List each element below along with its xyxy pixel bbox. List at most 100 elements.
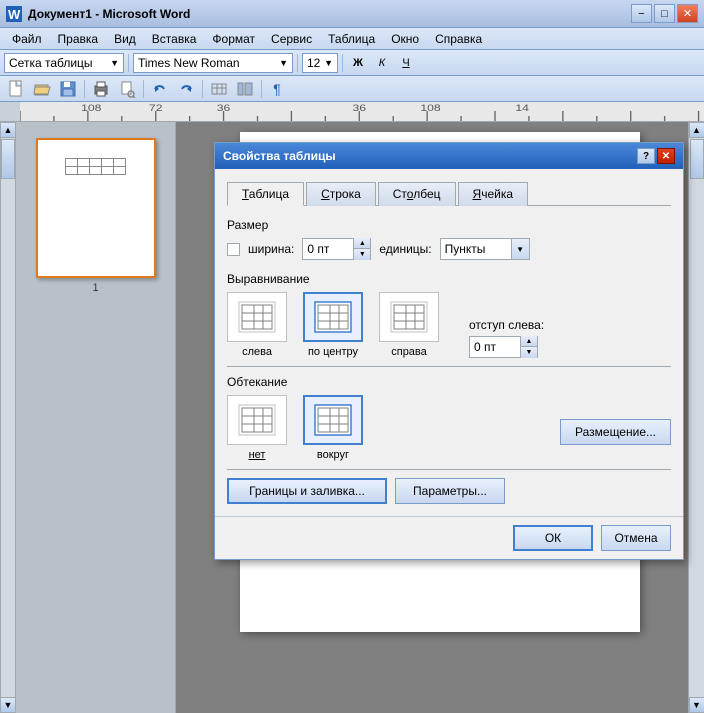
units-label: единицы:	[379, 242, 431, 256]
font-size-dropdown-icon[interactable]: ▼	[324, 58, 333, 68]
tb2-sep-2	[143, 80, 144, 98]
tab-cell[interactable]: Ячейка	[458, 182, 529, 206]
wrap-around-box[interactable]	[303, 395, 363, 445]
app-icon: W	[6, 6, 22, 22]
font-size-value: 12	[307, 56, 320, 70]
svg-text:W: W	[8, 7, 21, 22]
font-size-selector[interactable]: 12 ▼	[302, 53, 338, 73]
bold-button[interactable]: Ж	[347, 52, 369, 74]
wrap-none-option[interactable]: нет	[227, 395, 287, 461]
font-name-selector[interactable]: Times New Roman ▼	[133, 53, 293, 73]
dialog-body: Таблица Строка Столбец Ячейка Размер	[215, 169, 683, 516]
menu-tools[interactable]: Сервис	[263, 30, 320, 48]
divider-2	[227, 469, 671, 470]
width-spin-up[interactable]: ▲	[354, 238, 370, 249]
size-section-label: Размер	[227, 218, 671, 232]
maximize-button[interactable]: □	[654, 4, 675, 23]
tab-column-label: Столбец	[393, 187, 441, 201]
table-button[interactable]	[207, 78, 231, 100]
align-left-option[interactable]: слева	[227, 292, 287, 358]
menu-file[interactable]: Файл	[4, 30, 50, 48]
indent-input[interactable]	[470, 337, 520, 357]
minimize-button[interactable]: −	[631, 4, 652, 23]
menu-view[interactable]: Вид	[106, 30, 144, 48]
menu-help[interactable]: Справка	[427, 30, 490, 48]
ruler-left-margin	[0, 102, 20, 121]
divider-1	[227, 366, 671, 367]
ok-label: ОК	[545, 531, 561, 545]
cancel-button[interactable]: Отмена	[601, 525, 671, 551]
options-label: Параметры...	[413, 484, 487, 498]
menu-insert[interactable]: Вставка	[144, 30, 205, 48]
tab-table[interactable]: Таблица	[227, 182, 304, 206]
print-button[interactable]	[89, 78, 113, 100]
undo-button[interactable]	[148, 78, 172, 100]
formatting-toolbar: Сетка таблицы ▼ Times New Roman ▼ 12 ▼ Ж…	[0, 50, 704, 76]
align-left-label: слева	[242, 346, 272, 358]
align-center-option[interactable]: по центру	[303, 292, 363, 358]
wrap-none-box[interactable]	[227, 395, 287, 445]
italic-button[interactable]: К	[371, 52, 393, 74]
dialog-overlay: Свойства таблицы ? ✕ Таблица Строка	[0, 122, 704, 713]
style-selector[interactable]: Сетка таблицы ▼	[4, 53, 124, 73]
tab-column[interactable]: Столбец	[378, 182, 456, 206]
options-button[interactable]: Параметры...	[395, 478, 505, 504]
style-dropdown-icon[interactable]: ▼	[110, 58, 119, 68]
dialog-titlebar: Свойства таблицы ? ✕	[215, 143, 683, 169]
indent-spinbox-buttons: ▲ ▼	[520, 336, 537, 358]
font-name-dropdown-icon[interactable]: ▼	[279, 58, 288, 68]
dialog-close-button[interactable]: ✕	[657, 148, 675, 164]
svg-text:108: 108	[81, 103, 101, 113]
preview-button[interactable]	[115, 78, 139, 100]
window-controls: − □ ✕	[631, 4, 698, 23]
tb2-sep-4	[261, 80, 262, 98]
tab-row[interactable]: Строка	[306, 182, 376, 206]
save-button[interactable]	[56, 78, 80, 100]
cancel-label: Отмена	[614, 531, 657, 545]
align-left-box[interactable]	[227, 292, 287, 342]
indent-spin-up[interactable]: ▲	[521, 336, 537, 347]
align-center-box[interactable]	[303, 292, 363, 342]
ruler: 108 72 36 36 108 14	[0, 102, 704, 122]
units-dropdown[interactable]: Пункты ▼	[440, 238, 530, 260]
font-name-value: Times New Roman	[138, 56, 240, 70]
menu-edit[interactable]: Правка	[50, 30, 107, 48]
svg-text:36: 36	[353, 103, 367, 113]
borders-fill-button[interactable]: Границы и заливка...	[227, 478, 387, 504]
svg-text:108: 108	[420, 103, 440, 113]
menu-window[interactable]: Окно	[383, 30, 427, 48]
units-dropdown-btn[interactable]: ▼	[511, 239, 529, 259]
dialog-help-button[interactable]: ?	[637, 148, 655, 164]
tb2-sep-3	[202, 80, 203, 98]
menu-table[interactable]: Таблица	[320, 30, 383, 48]
width-spin-down[interactable]: ▼	[354, 249, 370, 260]
columns-button[interactable]	[233, 78, 257, 100]
pilcrow-button[interactable]: ¶	[266, 78, 288, 100]
table-properties-dialog: Свойства таблицы ? ✕ Таблица Строка	[214, 142, 684, 560]
width-spinbox[interactable]: ▲ ▼	[302, 238, 371, 260]
tab-table-label: Таблица	[242, 187, 289, 201]
tab-row-label: Строка	[321, 187, 361, 201]
width-input[interactable]	[303, 239, 353, 259]
wrap-around-option[interactable]: вокруг	[303, 395, 363, 461]
indent-spinbox[interactable]: ▲ ▼	[469, 336, 538, 358]
redo-button[interactable]	[174, 78, 198, 100]
open-button[interactable]	[30, 78, 54, 100]
new-doc-button[interactable]	[4, 78, 28, 100]
title-bar: W Документ1 - Microsoft Word − □ ✕	[0, 0, 704, 28]
underline-button[interactable]: Ч	[395, 52, 417, 74]
indent-spin-down[interactable]: ▼	[521, 347, 537, 358]
width-checkbox[interactable]	[227, 243, 240, 256]
close-button[interactable]: ✕	[677, 4, 698, 23]
alignment-row: слева	[227, 292, 671, 358]
units-value: Пункты	[441, 242, 511, 256]
dialog-tabs: Таблица Строка Столбец Ячейка	[227, 181, 671, 206]
align-right-box[interactable]	[379, 292, 439, 342]
window-title: Документ1 - Microsoft Word	[28, 7, 631, 21]
wrapping-row: нет	[227, 395, 671, 461]
menu-format[interactable]: Формат	[204, 30, 263, 48]
align-right-option[interactable]: справа	[379, 292, 439, 358]
placement-button[interactable]: Размещение...	[560, 419, 671, 445]
ok-button[interactable]: ОК	[513, 525, 593, 551]
separator-3	[342, 54, 343, 72]
